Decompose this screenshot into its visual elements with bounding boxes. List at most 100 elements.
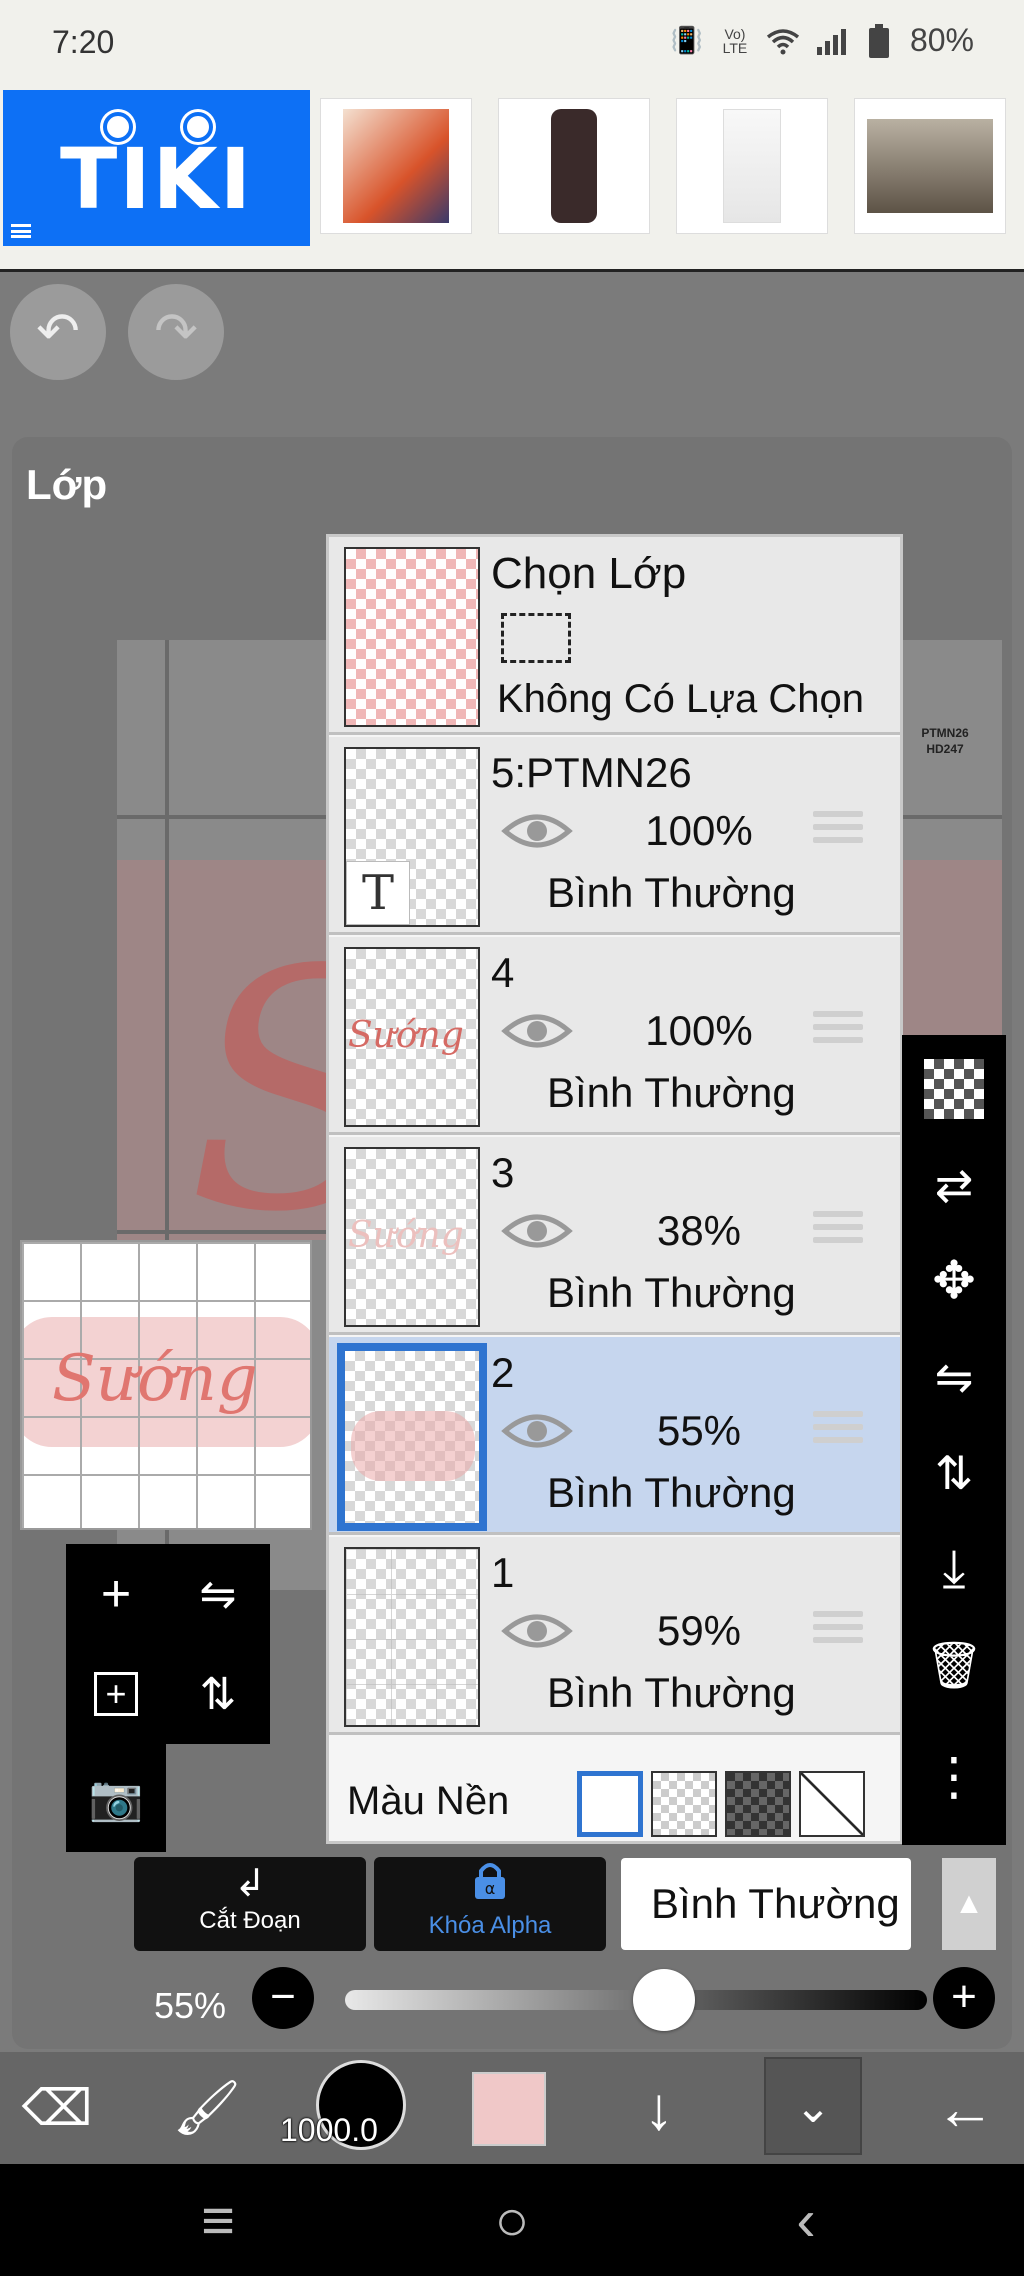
opacity-decrease-button[interactable]: −: [252, 1967, 314, 2029]
layers-button[interactable]: ⌄: [764, 2057, 862, 2155]
ceiling-fan-image: [867, 119, 993, 213]
merge-down-button[interactable]: ⤓: [902, 1521, 1006, 1617]
drag-handle-icon[interactable]: [813, 811, 863, 853]
layer-blend-mode: Bình Thường: [547, 1469, 796, 1516]
layer-opacity[interactable]: 38%: [629, 1207, 769, 1255]
redo-button[interactable]: ↷: [128, 284, 224, 380]
flip-vertical-button[interactable]: ⇅: [168, 1644, 268, 1744]
blend-mode-select[interactable]: Bình Thường: [621, 1858, 911, 1950]
home-button[interactable]: ○: [452, 2164, 572, 2276]
flip-horizontal-button[interactable]: ⇋: [168, 1544, 268, 1644]
undo-button[interactable]: ↶: [10, 284, 106, 380]
move-arrows-icon: ✥: [932, 1252, 976, 1310]
selection-status: Không Có Lựa Chọn: [497, 677, 865, 721]
visibility-eye-icon[interactable]: [501, 1209, 573, 1253]
layer-name: 3: [491, 1149, 515, 1196]
clip-arrow-icon: ↲: [234, 1863, 266, 1905]
layer-name: 4: [491, 949, 515, 996]
duplicate-layer-button[interactable]: +: [66, 1644, 166, 1744]
alpha-lock-icon: α: [374, 1861, 606, 1912]
bg-swatch-none[interactable]: [799, 1771, 865, 1837]
brush-tool-button[interactable]: 🖌: [152, 2052, 262, 2164]
camera-button[interactable]: 📷: [66, 1748, 166, 1848]
transform-tool-button[interactable]: ⌫: [2, 2052, 112, 2164]
thumb-word: Sướng: [348, 1215, 464, 1256]
canvas-watermark-text: PTMN26 HD247: [910, 725, 980, 757]
transparency-button[interactable]: [902, 1041, 1006, 1137]
bg-swatch-white[interactable]: [577, 1771, 643, 1837]
flip-vertical-right-button[interactable]: ⇅: [902, 1425, 1006, 1521]
ad-banner[interactable]: TIKI: [0, 86, 1024, 272]
blend-mode-arrow-icon[interactable]: ▲: [942, 1858, 996, 1950]
layer-row[interactable]: Sướng 4 100% Bình Thường: [329, 937, 900, 1135]
preview-word: Sướng: [52, 1342, 258, 1416]
move-layer-content-button[interactable]: ⇄: [902, 1137, 1006, 1233]
clip-button[interactable]: ↲ Cắt Đoạn: [134, 1857, 366, 1951]
wifi-icon: [766, 24, 800, 58]
layer-list: Chọn Lớp Không Có Lựa Chọn T 5:PTMN26 10…: [326, 534, 903, 1844]
layer-opacity[interactable]: 55%: [629, 1407, 769, 1455]
menu-icon: ≡: [201, 2187, 235, 2253]
flip-horizontal-right-button[interactable]: ⇋: [902, 1329, 1006, 1425]
visibility-eye-icon[interactable]: [501, 1409, 573, 1453]
nav-back-button[interactable]: ‹: [746, 2164, 866, 2276]
layer-thumbnail: Sướng: [344, 947, 480, 1127]
selection-layer-row[interactable]: Chọn Lớp Không Có Lựa Chọn: [329, 537, 900, 735]
drag-handle-icon[interactable]: [813, 1611, 863, 1653]
opacity-slider-knob[interactable]: [633, 1969, 695, 2031]
drag-handle-icon[interactable]: [813, 1411, 863, 1453]
layer-right-toolbar: ⇄ ✥ ⇋ ⇅ ⤓ 🗑 ⋮: [902, 1035, 1006, 1845]
bg-swatch-transparent-light[interactable]: [651, 1771, 717, 1837]
selection-thumbnail: [344, 547, 480, 727]
layer-thumbnail: T: [344, 747, 480, 927]
more-options-button[interactable]: ⋮: [902, 1729, 1006, 1825]
add-layer-button[interactable]: +: [66, 1544, 166, 1644]
opacity-slider-label: 55%: [154, 1985, 227, 2026]
status-icons: 📳 Vo) LTE 80%: [670, 22, 974, 59]
eraser-transform-icon: ⌫: [21, 2080, 93, 2136]
thumb-grid: [346, 1549, 478, 1725]
drag-handle-icon[interactable]: [813, 1211, 863, 1253]
layer-opacity[interactable]: 100%: [629, 1007, 769, 1055]
layer-row[interactable]: T 5:PTMN26 100% Bình Thường: [329, 737, 900, 935]
swap-icon: ⇄: [934, 1159, 974, 1211]
back-button[interactable]: ←: [910, 2052, 1020, 2164]
thumb-blob: [351, 1411, 475, 1481]
status-time: 7:20: [52, 24, 115, 60]
layer-row-selected[interactable]: 2 55% Bình Thường: [329, 1337, 900, 1535]
current-color-swatch[interactable]: [472, 2072, 546, 2146]
move-down-button[interactable]: ↓: [604, 2052, 714, 2164]
delete-layer-button[interactable]: 🗑: [902, 1617, 1006, 1713]
alpha-lock-button[interactable]: α Khóa Alpha: [374, 1857, 606, 1951]
tiki-ad[interactable]: TIKI: [3, 90, 310, 246]
opacity-increase-button[interactable]: +: [933, 1967, 995, 2029]
drag-handle-icon[interactable]: [813, 1011, 863, 1053]
layer-opacity[interactable]: 59%: [629, 1607, 769, 1655]
layer-row[interactable]: 1 59% Bình Thường: [329, 1537, 900, 1735]
bg-swatch-transparent-dark[interactable]: [725, 1771, 791, 1837]
flip-horizontal-icon: ⇋: [934, 1351, 974, 1403]
layer-blend-mode: Bình Thường: [547, 1069, 796, 1116]
ad-product-phone-box[interactable]: [320, 98, 472, 234]
layer-row[interactable]: Sướng 3 38% Bình Thường: [329, 1137, 900, 1335]
layer-thumbnail: Sướng: [344, 1147, 480, 1327]
ad-product-phone-case[interactable]: [498, 98, 650, 234]
ad-product-ceiling-fan[interactable]: [854, 98, 1006, 234]
layer-left-toolbar: + ⇋ + ⇅ 📷: [66, 1544, 270, 1852]
flip-vertical-icon: ⇅: [934, 1447, 974, 1499]
layer-blend-mode: Bình Thường: [547, 1669, 796, 1716]
layer-opacity[interactable]: 100%: [629, 807, 769, 855]
camera-icon: 📷: [88, 1774, 144, 1823]
ad-product-serum[interactable]: [676, 98, 828, 234]
ad-menu-icon[interactable]: [11, 224, 31, 238]
move-button[interactable]: ✥: [902, 1233, 1006, 1329]
canvas-preview[interactable]: Sướng: [20, 1240, 312, 1530]
visibility-eye-icon[interactable]: [501, 809, 573, 853]
flip-vertical-icon: ⇅: [199, 1669, 237, 1719]
recent-apps-button[interactable]: ≡: [158, 2164, 278, 2276]
arrow-left-icon: ←: [935, 2074, 995, 2142]
thumb-word: Sướng: [348, 1015, 464, 1056]
visibility-eye-icon[interactable]: [501, 1009, 573, 1053]
selection-title: Chọn Lớp: [491, 549, 687, 598]
visibility-eye-icon[interactable]: [501, 1609, 573, 1653]
